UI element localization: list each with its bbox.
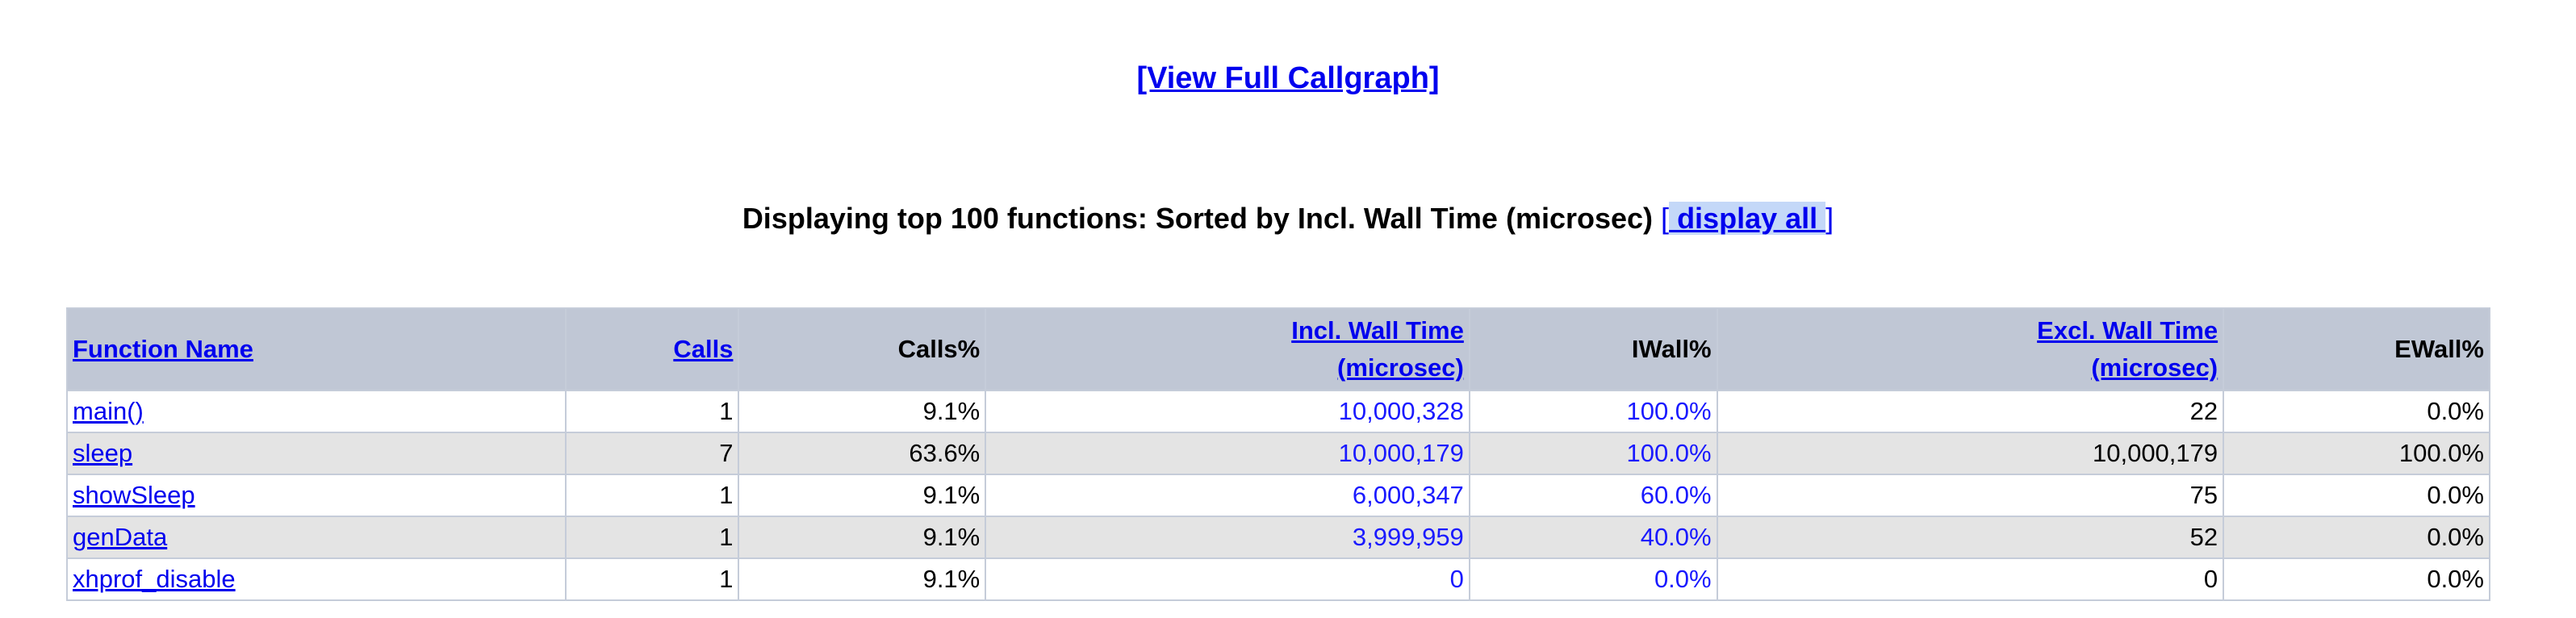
calls-cell: 1 bbox=[564, 474, 740, 517]
incl-wall-unit: (microsec) bbox=[1337, 353, 1464, 382]
function-link[interactable]: genData bbox=[73, 523, 167, 551]
table-header-row: Function Name Calls Calls% Incl. Wall Ti… bbox=[66, 307, 2490, 391]
ewall-pct-cell: 0.0% bbox=[2223, 516, 2490, 559]
incl-wall-cell: 10,000,328 bbox=[985, 390, 1470, 433]
header-iwall-pct: IWall% bbox=[1468, 307, 1718, 391]
function-table: Function Name Calls Calls% Incl. Wall Ti… bbox=[66, 307, 2490, 601]
header-ewall-pct: EWall% bbox=[2223, 307, 2490, 391]
table-row: sleep 7 63.6% 10,000,179 100.0% 10,000,179 100… bbox=[66, 432, 2490, 475]
function-name-cell: main() bbox=[66, 390, 567, 433]
function-name-cell: showSleep bbox=[66, 474, 567, 517]
iwall-pct-cell: 60.0% bbox=[1468, 474, 1718, 517]
calls-cell: 7 bbox=[564, 432, 740, 475]
calls-pct-cell: 9.1% bbox=[738, 390, 987, 433]
display-all-link[interactable]: display all bbox=[1669, 202, 1826, 235]
incl-wall-cell: 3,999,959 bbox=[985, 516, 1470, 559]
ewall-pct-cell: 0.0% bbox=[2223, 390, 2490, 433]
excl-wall-label: Excl. Wall Time bbox=[2037, 316, 2218, 344]
excl-wall-cell: 10,000,179 bbox=[1716, 432, 2225, 475]
function-name-cell: xhprof_disable bbox=[66, 557, 567, 601]
header-incl-wall: Incl. Wall Time (microsec) bbox=[985, 307, 1470, 391]
table-row: xhprof_disable 1 9.1% 0 0.0% 0 0.0% bbox=[66, 557, 2490, 601]
excl-wall-cell: 0 bbox=[1716, 557, 2225, 601]
function-link[interactable]: sleep bbox=[73, 439, 132, 467]
sort-calls-link[interactable]: Calls bbox=[673, 335, 733, 363]
view-full-callgraph-link[interactable]: [View Full Callgraph] bbox=[1136, 61, 1439, 95]
excl-wall-unit: (microsec) bbox=[2091, 353, 2218, 382]
function-name-cell: sleep bbox=[66, 432, 567, 475]
ewall-pct-cell: 100.0% bbox=[2223, 432, 2490, 475]
iwall-pct-cell: 100.0% bbox=[1468, 432, 1718, 475]
sort-excl-wall-link[interactable]: Excl. Wall Time (microsec) bbox=[2037, 316, 2218, 382]
close-bracket: ] bbox=[1825, 202, 1834, 235]
summary-text: Displaying top 100 functions: Sorted by … bbox=[742, 202, 1654, 235]
calls-pct-cell: 63.6% bbox=[738, 432, 987, 475]
sort-function-name-link[interactable]: Function Name bbox=[73, 335, 253, 363]
header-calls: Calls bbox=[564, 307, 740, 391]
incl-wall-label: Incl. Wall Time bbox=[1291, 316, 1464, 344]
function-link[interactable]: showSleep bbox=[73, 481, 195, 509]
iwall-pct-cell: 100.0% bbox=[1468, 390, 1718, 433]
incl-wall-cell: 6,000,347 bbox=[985, 474, 1470, 517]
open-bracket: [ bbox=[1661, 202, 1670, 235]
calls-pct-cell: 9.1% bbox=[738, 474, 987, 517]
excl-wall-cell: 52 bbox=[1716, 516, 2225, 559]
calls-pct-cell: 9.1% bbox=[738, 516, 987, 559]
incl-wall-cell: 10,000,179 bbox=[985, 432, 1470, 475]
table-row: main() 1 9.1% 10,000,328 100.0% 22 0.0% bbox=[66, 390, 2490, 433]
header-excl-wall: Excl. Wall Time (microsec) bbox=[1716, 307, 2225, 391]
view-callgraph-container: [View Full Callgraph] bbox=[0, 61, 2576, 96]
calls-cell: 1 bbox=[564, 516, 740, 559]
table-row: showSleep 1 9.1% 6,000,347 60.0% 75 0.0% bbox=[66, 474, 2490, 517]
incl-wall-cell: 0 bbox=[985, 557, 1470, 601]
header-calls-pct: Calls% bbox=[738, 307, 987, 391]
function-link[interactable]: main() bbox=[73, 397, 144, 425]
header-function-name: Function Name bbox=[66, 307, 567, 391]
iwall-pct-cell: 0.0% bbox=[1468, 557, 1718, 601]
excl-wall-cell: 75 bbox=[1716, 474, 2225, 517]
calls-cell: 1 bbox=[564, 557, 740, 601]
ewall-pct-cell: 0.0% bbox=[2223, 557, 2490, 601]
function-name-cell: genData bbox=[66, 516, 567, 559]
excl-wall-cell: 22 bbox=[1716, 390, 2225, 433]
sort-incl-wall-link[interactable]: Incl. Wall Time (microsec) bbox=[1291, 316, 1464, 382]
ewall-pct-cell: 0.0% bbox=[2223, 474, 2490, 517]
table-row: genData 1 9.1% 3,999,959 40.0% 52 0.0% bbox=[66, 516, 2490, 559]
calls-pct-cell: 9.1% bbox=[738, 557, 987, 601]
summary-heading: Displaying top 100 functions: Sorted by … bbox=[0, 202, 2576, 236]
function-link[interactable]: xhprof_disable bbox=[73, 565, 236, 593]
iwall-pct-cell: 40.0% bbox=[1468, 516, 1718, 559]
calls-cell: 1 bbox=[564, 390, 740, 433]
